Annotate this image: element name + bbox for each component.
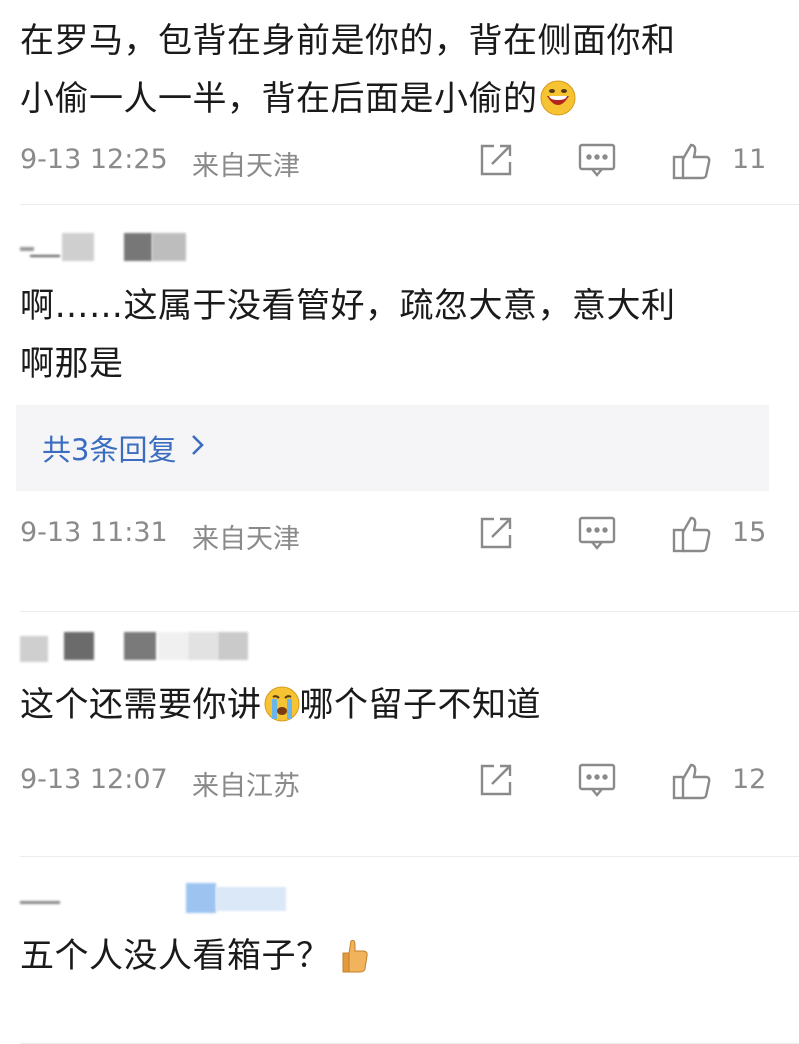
comment-date: 9-13 12:07	[20, 764, 168, 795]
thumbs-up-icon[interactable]	[672, 142, 712, 187]
divider	[20, 611, 799, 612]
thumbs-up-icon[interactable]	[672, 762, 712, 807]
like-count: 15	[732, 517, 767, 548]
grinning-face-emoji	[540, 76, 576, 134]
comment-2: 啊……这属于没看管好，疏忽大意，意大利 啊那是 共3条回复 9-13 11:31…	[0, 233, 799, 611]
comment-meta: 9-13 12:07 来自江苏 12	[0, 750, 799, 810]
thumbs-up-emoji	[341, 933, 369, 991]
view-replies-button[interactable]: 共3条回复	[16, 405, 769, 491]
comment-icon[interactable]	[578, 142, 616, 185]
comment-meta: 9-13 12:25 来自天津 11	[0, 130, 799, 190]
username-obscured	[0, 233, 799, 277]
comment-text: 在罗马，包背在身前是你的，背在侧面你和 小偷一人一半，背在后面是小偷的	[0, 0, 799, 134]
comment-icon[interactable]	[578, 515, 616, 558]
comment-1: 在罗马，包背在身前是你的，背在侧面你和 小偷一人一半，背在后面是小偷的 9-13…	[0, 0, 799, 204]
comment-3: 这个还需要你讲 哪个留子不知道 9-13 12:07 来自江苏 12	[0, 632, 799, 856]
comment-text: 啊……这属于没看管好，疏忽大意，意大利 啊那是	[20, 286, 676, 384]
divider	[20, 204, 799, 205]
comment-meta: 9-13 11:31 来自天津 15	[0, 503, 799, 563]
username-obscured	[0, 883, 799, 927]
divider	[20, 856, 799, 857]
username-obscured	[0, 632, 799, 676]
comment-location: 来自天津	[192, 524, 300, 555]
share-icon[interactable]	[478, 142, 514, 185]
comment-text: 这个还需要你讲 哪个留子不知道	[0, 676, 799, 740]
crying-face-emoji	[264, 682, 300, 740]
comment-location: 来自天津	[192, 151, 300, 182]
chevron-right-icon	[190, 433, 206, 464]
comment-location: 来自江苏	[192, 771, 300, 802]
share-icon[interactable]	[478, 762, 514, 805]
comment-icon[interactable]	[578, 762, 616, 805]
comment-text: 五个人没人看箱子？	[0, 927, 799, 991]
comment-date: 9-13 12:25	[20, 144, 168, 175]
share-icon[interactable]	[478, 515, 514, 558]
comment-4: 五个人没人看箱子？	[0, 883, 799, 1043]
like-count: 12	[732, 764, 767, 795]
like-count: 11	[732, 144, 767, 175]
thumbs-up-icon[interactable]	[672, 515, 712, 560]
comment-date: 9-13 11:31	[20, 517, 168, 548]
